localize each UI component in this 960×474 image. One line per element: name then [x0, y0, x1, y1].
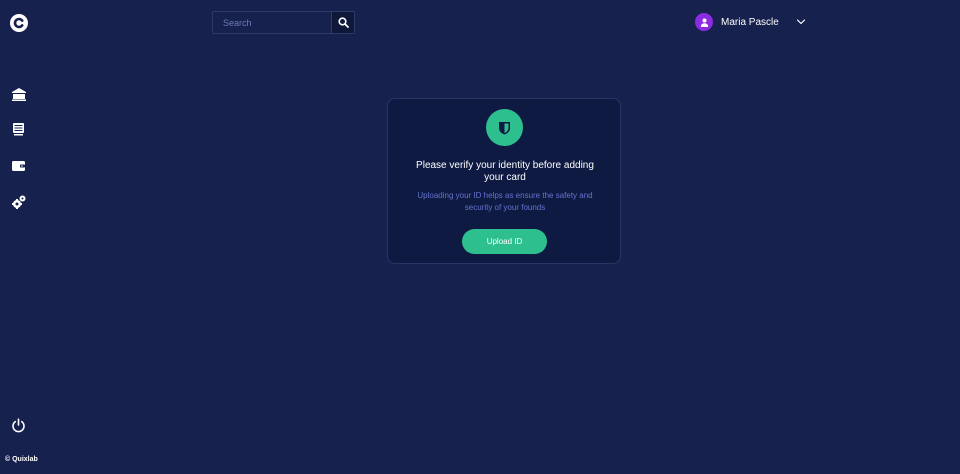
- sidebar-item-wallet[interactable]: [11, 158, 26, 173]
- search-bar: [212, 11, 355, 34]
- search-input[interactable]: [212, 11, 331, 34]
- chevron-down-icon[interactable]: [796, 17, 806, 27]
- document-icon: [13, 123, 24, 136]
- shield-icon: [499, 121, 510, 134]
- user-name: Maria Pascle: [721, 16, 779, 28]
- sidebar-item-documents[interactable]: [11, 122, 26, 137]
- shield-badge: [486, 109, 523, 146]
- brand-logo-icon[interactable]: [10, 14, 28, 32]
- search-button[interactable]: [331, 11, 355, 34]
- bank-icon: [11, 88, 26, 101]
- upload-id-button[interactable]: Upload ID: [462, 229, 547, 254]
- power-icon[interactable]: [11, 418, 26, 433]
- sidebar-item-settings[interactable]: [11, 194, 26, 209]
- avatar: [695, 13, 713, 31]
- sidebar-item-bank[interactable]: [11, 87, 26, 102]
- search-icon: [337, 17, 349, 28]
- card-description: Uploading your ID helps as ensure the sa…: [417, 191, 593, 212]
- card-title: Please verify your identity before addin…: [416, 160, 594, 183]
- wallet-icon: [12, 161, 25, 171]
- user-icon: [700, 18, 708, 27]
- settings-icon: [11, 195, 25, 209]
- copyright-text: © Quixlab: [5, 456, 38, 463]
- app-page: © Quixlab Maria Pascle: [0, 0, 960, 474]
- user-menu[interactable]: Maria Pascle: [695, 13, 806, 31]
- verify-identity-card: Please verify your identity before addin…: [387, 98, 621, 264]
